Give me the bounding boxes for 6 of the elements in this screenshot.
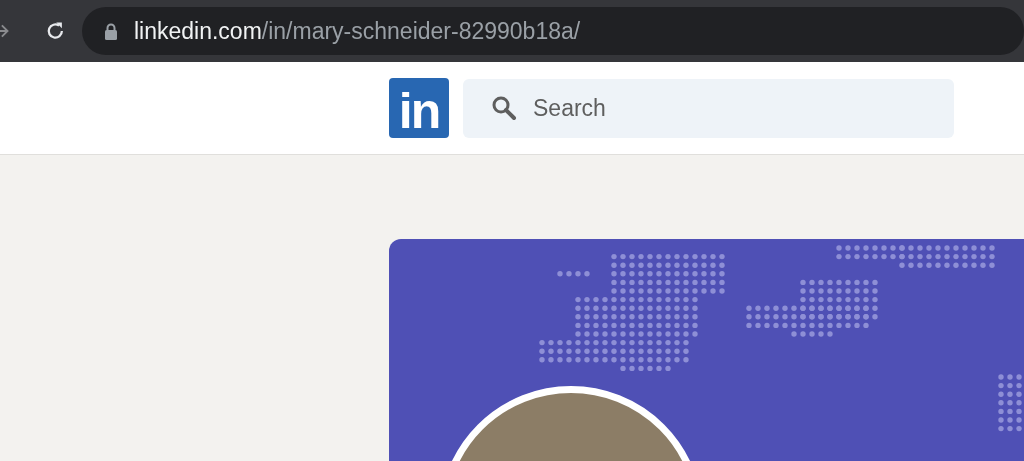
search-field[interactable]: Search [463, 78, 954, 138]
lock-icon [104, 22, 118, 40]
url-text: linkedin.com/in/mary-schneider-82990b18a/ [134, 16, 581, 46]
address-bar[interactable]: linkedin.com/in/mary-schneider-82990b18a/ [82, 7, 1024, 55]
search-icon [491, 94, 517, 121]
site-logo[interactable]: in [389, 78, 449, 138]
